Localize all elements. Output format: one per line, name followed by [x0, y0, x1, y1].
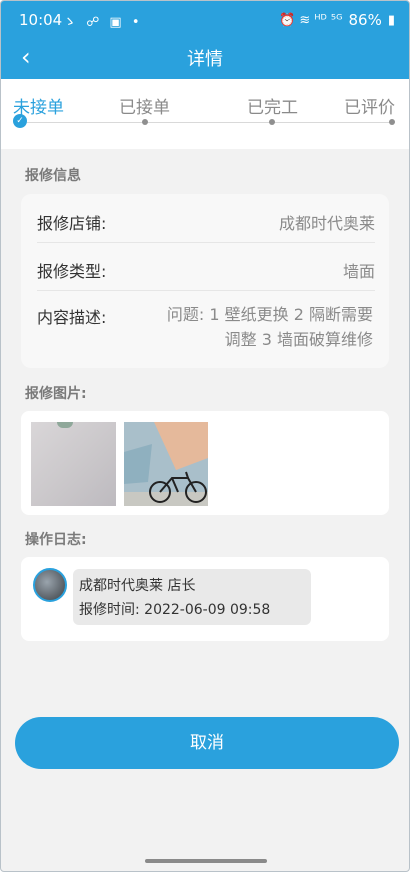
- log-entry-time: 报修时间: 2022-06-09 09:58: [79, 602, 271, 618]
- repair-photo[interactable]: [31, 422, 116, 506]
- section-title-repair-info: 报修信息: [25, 168, 81, 184]
- nav-bar: ‹ 详情: [1, 41, 409, 79]
- section-title-images: 报修图片:: [25, 386, 87, 402]
- top-bar: 10:04 ゝ ☍ ▣ • ⏰ ≋ ᴴᴰ ⁵ᴳ 86% ▮ ‹ 详情: [1, 1, 409, 79]
- type-label: 报修类型:: [37, 262, 107, 281]
- step-line: [27, 122, 393, 123]
- operation-log: 成都时代奥莱 店长 报修时间: 2022-06-09 09:58: [21, 557, 389, 641]
- type-value: 墙面: [342, 262, 375, 281]
- shop-label: 报修店铺:: [37, 214, 107, 233]
- cancel-button[interactable]: 取消: [15, 717, 399, 769]
- desc-label: 内容描述:: [37, 308, 107, 327]
- battery-icon: ▮: [387, 12, 395, 28]
- step-dot: [269, 119, 275, 125]
- divider: [37, 242, 375, 243]
- lamp-shape: [57, 422, 73, 428]
- signal-icons: ⏰ ≋ ᴴᴰ ⁵ᴳ: [279, 12, 343, 28]
- system-icons: ⏰ ≋ ᴴᴰ ⁵ᴳ 86% ▮: [279, 11, 395, 29]
- notification-icons: ゝ ☍ ▣ •: [63, 15, 143, 30]
- log-entry: 成都时代奥莱 店长 报修时间: 2022-06-09 09:58: [73, 569, 311, 625]
- step-accepted: 已接单: [119, 98, 170, 118]
- progress-steps: 未接单 已接单 已完工 已评价 ✓: [1, 79, 409, 149]
- step-dot: [142, 119, 148, 125]
- step-completed: 已完工: [247, 98, 298, 118]
- battery-level: 86%: [348, 11, 382, 29]
- bicycle-photo-art: [124, 422, 208, 506]
- app-screen: 10:04 ゝ ☍ ▣ • ⏰ ≋ ᴴᴰ ⁵ᴳ 86% ▮ ‹ 详情 未接单 已…: [0, 0, 410, 872]
- home-indicator[interactable]: [145, 859, 267, 863]
- status-time: 10:04: [19, 11, 63, 29]
- check-icon: ✓: [13, 114, 27, 128]
- image-gallery: [21, 411, 389, 515]
- avatar: [33, 568, 67, 602]
- section-title-log: 操作日志:: [25, 532, 87, 548]
- step-dot: [389, 119, 395, 125]
- desc-value: 问题: 1 壁纸更换 2 隔断需要调整 3 墙面破算维修: [166, 305, 373, 349]
- repair-info-card: 报修店铺: 成都时代奥莱 报修类型: 墙面 内容描述: 问题: 1 壁纸更换 2…: [21, 194, 389, 368]
- page-title: 详情: [187, 49, 223, 70]
- log-entry-name: 成都时代奥莱 店长: [79, 578, 196, 594]
- status-bar: 10:04 ゝ ☍ ▣ • ⏰ ≋ ᴴᴰ ⁵ᴳ 86% ▮: [1, 1, 409, 41]
- divider: [37, 290, 375, 291]
- step-rated: 已评价: [344, 98, 395, 118]
- repair-photo[interactable]: [124, 422, 208, 506]
- shop-value: 成都时代奥莱: [278, 214, 375, 233]
